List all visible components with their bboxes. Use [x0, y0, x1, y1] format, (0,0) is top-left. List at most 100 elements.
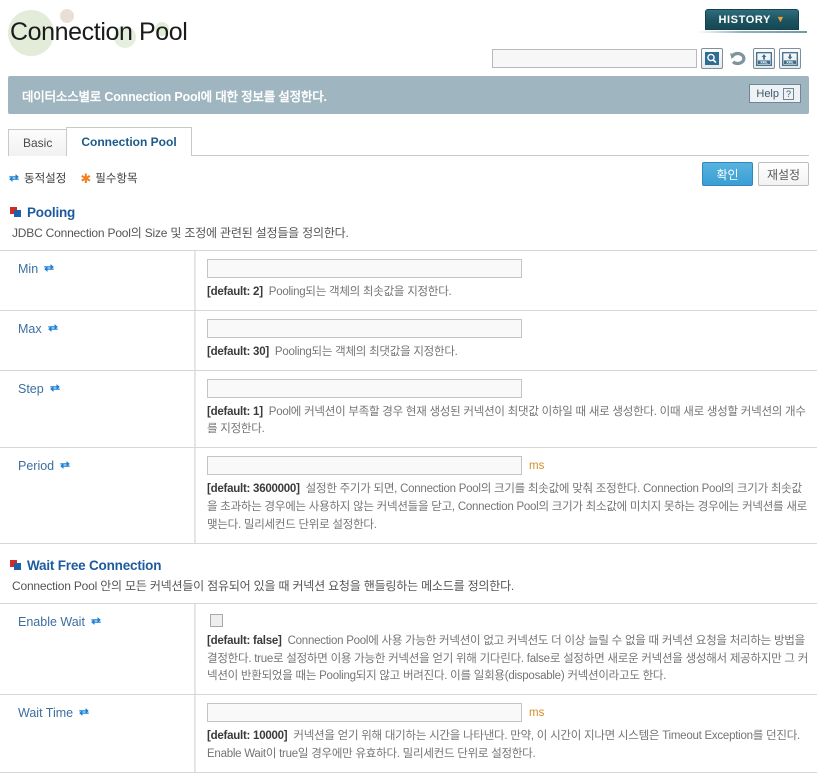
- sync-icon: [91, 616, 101, 625]
- period-input[interactable]: [207, 456, 522, 476]
- field-description: [default: 1] Pool에 커넥션이 부족할 경우 현재 생성된 커넥션…: [207, 404, 809, 440]
- field-label-text: Max: [18, 321, 42, 336]
- max-input[interactable]: [207, 318, 522, 338]
- field-body: [default: 2] Pooling되는 객체의 최솟값을 지정한다.: [195, 251, 817, 310]
- confirm-button[interactable]: 확인: [702, 162, 753, 186]
- section-description: Connection Pool 안의 모든 커넥션들이 점유되어 있을 때 커넥…: [12, 578, 515, 593]
- reset-button[interactable]: 재설정: [758, 162, 809, 186]
- svg-text:XML: XML: [760, 60, 768, 64]
- refresh-icon[interactable]: [727, 48, 749, 69]
- field-description-text: 커넥션을 얻기 위해 대기하는 시간을 나타낸다. 만약, 이 시간이 지나면 …: [207, 730, 800, 760]
- field-body: ms [default: 3600000] 설정한 주기가 되면, Connect…: [195, 448, 817, 543]
- history-button[interactable]: HISTORY ▼: [705, 9, 799, 30]
- chevron-down-icon: ▼: [775, 14, 786, 24]
- legend-dynamic-config-label: 동적설정: [24, 173, 67, 185]
- section-description: JDBC Connection Pool의 Size 및 조정에 관련된 설정들…: [12, 226, 349, 240]
- search-toolbar: XML XML: [492, 48, 801, 69]
- field-description: [default: 2] Pooling되는 객체의 최솟값을 지정한다.: [207, 284, 809, 302]
- field-label: Enable Wait: [0, 603, 195, 695]
- description-banner: 데이터소스별로 Connection Pool에 대한 정보를 설정한다. He…: [8, 76, 809, 114]
- field-label-text: Enable Wait: [18, 614, 85, 629]
- legend-and-actions: 동적설정 ✱ 필수항목 확인 재설정: [8, 162, 809, 191]
- enable-wait-checkbox[interactable]: [210, 613, 223, 627]
- field-default-label: [default: 30]: [207, 345, 269, 358]
- section-marker-icon: [10, 207, 21, 218]
- help-button[interactable]: Help ?: [749, 84, 801, 103]
- sync-icon: [60, 461, 70, 470]
- field-label-text: Min: [18, 262, 39, 276]
- field-default-label: [default: 2]: [207, 286, 263, 298]
- field-description-text: Pool에 커넥션이 부족할 경우 현재 생성된 커넥션이 최댓값 이하일 때 …: [207, 405, 806, 436]
- field-table: Min [default: 2] Pooling되는 객체의 최솟값을 지정한다.…: [0, 250, 817, 544]
- legend-dynamic-config: 동적설정: [8, 170, 66, 186]
- asterisk-icon: ✱: [80, 170, 92, 186]
- section-pooling: Pooling JDBC Connection Pool의 Size 및 조정에…: [0, 205, 817, 544]
- page-title: Connection Pool: [10, 18, 188, 46]
- field-description: [default: 3600000] 설정한 주기가 되면, Connection…: [207, 481, 809, 534]
- form-actions: 확인 재설정: [702, 162, 809, 186]
- input-line: ms: [207, 456, 809, 476]
- legend-required-field-label: 필수항목: [95, 173, 138, 185]
- field-row-max: Max [default: 30] Pooling되는 객체의 최댓값을 지정한다…: [0, 310, 817, 371]
- field-label: Min: [0, 251, 195, 310]
- sync-icon: [49, 383, 60, 392]
- field-label: Max: [0, 310, 195, 370]
- banner-text: 데이터소스별로 Connection Pool에 대한 정보를 설정한다.: [22, 89, 327, 104]
- tab-basic[interactable]: Basic: [8, 129, 68, 156]
- sync-icon: [44, 264, 54, 272]
- help-button-label: Help: [756, 87, 779, 100]
- xml-download-icon[interactable]: XML: [779, 48, 801, 69]
- sync-icon: [79, 708, 89, 717]
- section-title: Pooling: [27, 205, 76, 220]
- field-default-label: [default: 1]: [207, 405, 263, 418]
- field-table: Enable Wait [default: false] Connection P…: [0, 602, 817, 773]
- field-row-period: Period ms [default: 3600000] 설정한 주기가 되면, …: [0, 448, 817, 544]
- field-row-enable-wait: Enable Wait [default: false] Connection P…: [0, 603, 817, 696]
- legend-required-field: ✱ 필수항목: [80, 170, 137, 186]
- xml-upload-icon[interactable]: XML: [753, 48, 775, 69]
- field-body: [default: false] Connection Pool에 사용 가능한 …: [195, 603, 817, 695]
- input-line: [207, 378, 809, 398]
- page-header: Connection Pool HISTORY ▼ XML XML: [0, 0, 817, 76]
- field-description-text: Pooling되는 객체의 최댓값을 지정한다.: [274, 345, 458, 358]
- min-input[interactable]: [207, 259, 522, 278]
- field-row-step: Step [default: 1] Pool에 커넥션이 부족할 경우 현재 생성…: [0, 370, 817, 449]
- section-header: Pooling: [10, 205, 817, 220]
- sync-icon: [47, 323, 58, 332]
- section-title: Wait Free Connection: [27, 557, 162, 573]
- section-header: Wait Free Connection: [10, 558, 817, 573]
- tab-connection-pool[interactable]: Connection Pool: [66, 127, 192, 157]
- field-body: ms [default: 10000] 커넥션을 얻기 위해 대기하는 시간을 나…: [195, 695, 817, 772]
- field-description-text: Connection Pool에 사용 가능한 커넥션이 없고 커넥션도 더 이…: [207, 634, 809, 683]
- step-input[interactable]: [207, 378, 522, 398]
- input-line: [207, 318, 809, 338]
- field-label: Period: [0, 448, 195, 543]
- question-mark-icon: ?: [783, 87, 794, 100]
- input-line: [207, 612, 809, 627]
- field-default-label: [default: false]: [207, 634, 282, 647]
- field-description-text: Pooling되는 객체의 최솟값을 지정한다.: [268, 286, 452, 298]
- field-body: [default: 30] Pooling되는 객체의 최댓값을 지정한다.: [195, 310, 817, 370]
- unit-label: ms: [529, 706, 545, 719]
- field-default-label: [default: 3600000]: [207, 483, 300, 496]
- field-row-min: Min [default: 2] Pooling되는 객체의 최솟값을 지정한다.: [0, 251, 817, 311]
- field-default-label: [default: 10000]: [207, 730, 288, 743]
- field-description: [default: false] Connection Pool에 사용 가능한 …: [207, 633, 809, 686]
- input-line: [207, 259, 809, 278]
- field-label: Wait Time: [0, 695, 195, 772]
- field-label-text: Wait Time: [18, 706, 74, 721]
- svg-text:XML: XML: [786, 60, 794, 64]
- sync-icon: [9, 174, 19, 182]
- history-underline: [697, 31, 807, 33]
- tab-bar: Basic Connection Pool: [8, 126, 809, 157]
- field-label: Step: [0, 370, 195, 448]
- section-marker-icon: [10, 559, 21, 571]
- field-description: [default: 10000] 커넥션을 얻기 위해 대기하는 시간을 나타낸다…: [207, 728, 809, 764]
- field-body: [default: 1] Pool에 커넥션이 부족할 경우 현재 생성된 커넥션…: [195, 370, 817, 448]
- field-row-wait-time: Wait Time ms [default: 10000] 커넥션을 얻기 위해 …: [0, 695, 817, 773]
- section-wait-free-connection: Wait Free Connection Connection Pool 안의 …: [0, 558, 817, 773]
- unit-label: ms: [529, 459, 545, 472]
- search-icon[interactable]: [701, 48, 723, 69]
- history-button-label: HISTORY: [718, 13, 771, 26]
- search-input[interactable]: [492, 49, 697, 68]
